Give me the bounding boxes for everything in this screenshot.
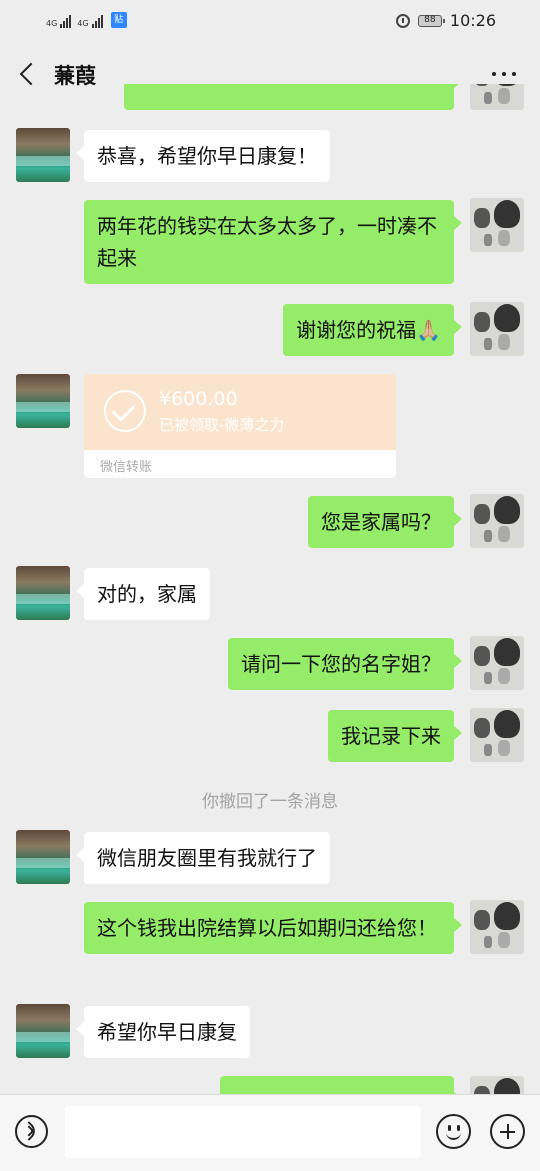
app-notification-icon: 贴 <box>110 12 127 28</box>
message-bubble[interactable]: 两年花的钱实在太多太多了，一时凑不起来 <box>84 200 462 284</box>
message-bubble[interactable] <box>124 84 462 110</box>
avatar-self[interactable] <box>470 198 524 252</box>
avatar-contact[interactable] <box>16 830 70 884</box>
voice-icon[interactable] <box>15 1115 48 1148</box>
transfer-note: 已被领取-微薄之力 <box>159 416 285 434</box>
more-options-icon[interactable] <box>492 72 516 76</box>
message-bubble[interactable]: 您是家属吗？ <box>308 496 462 548</box>
message-bubble[interactable]: 谢谢您的祝福🙏🏼 <box>283 304 462 356</box>
recall-notice: 你撤回了一条消息 <box>202 792 338 812</box>
network-type-2: 4G <box>77 19 89 28</box>
avatar-contact[interactable] <box>16 128 70 182</box>
message-bubble[interactable]: 请问一下您的名字姐？ <box>228 638 462 690</box>
transfer-amount: ¥600.00 <box>159 388 238 410</box>
signal-icon: 4G <box>46 15 72 28</box>
input-bar <box>0 1094 540 1171</box>
avatar-self[interactable] <box>470 900 524 954</box>
alarm-icon <box>395 13 410 28</box>
avatar-self[interactable] <box>470 636 524 690</box>
avatar-self[interactable] <box>470 84 524 110</box>
avatar-contact[interactable] <box>16 374 70 428</box>
message-bubble[interactable]: 我记录下来 <box>328 710 462 762</box>
battery-icon: 88 <box>417 14 445 27</box>
message-bubble[interactable]: 对的，家属 <box>76 568 210 620</box>
message-bubble[interactable]: 恭喜，希望你早日康复！ <box>76 130 330 182</box>
message-input[interactable] <box>65 1106 421 1158</box>
message-bubble[interactable]: 这个钱我出院结算以后如期归还给您！ <box>84 902 462 954</box>
clock: 10:26 <box>449 11 496 30</box>
avatar-contact[interactable] <box>16 566 70 620</box>
avatar-self[interactable] <box>470 708 524 762</box>
avatar-self[interactable] <box>470 494 524 548</box>
message-bubble[interactable]: 希望你早日康复 <box>76 1006 250 1058</box>
network-type-1: 4G <box>46 19 58 28</box>
plus-icon[interactable] <box>490 1114 525 1149</box>
checkmark-icon <box>104 390 146 432</box>
emoji-icon[interactable] <box>436 1114 471 1149</box>
status-left: 4G 4G 贴 <box>46 12 127 28</box>
avatar-self[interactable] <box>470 1076 524 1094</box>
transfer-footer: 微信转账 <box>84 450 396 478</box>
avatar-self[interactable] <box>470 302 524 356</box>
message-list[interactable]: 恭喜，希望你早日康复！ 两年花的钱实在太多太多了，一时凑不起来 谢谢您的祝福🙏🏼… <box>0 84 540 1094</box>
message-bubble[interactable] <box>220 1076 462 1094</box>
status-right: 88 10:26 <box>395 11 496 30</box>
transfer-card-body: ¥600.00 已被领取-微薄之力 <box>84 374 396 450</box>
avatar-contact[interactable] <box>16 1004 70 1058</box>
status-bar: 4G 4G 贴 88 10:26 <box>0 0 540 42</box>
transfer-card[interactable]: ¥600.00 已被领取-微薄之力 微信转账 <box>84 374 396 478</box>
transfer-label: 微信转账 <box>100 460 153 475</box>
message-bubble[interactable]: 微信朋友圈里有我就行了 <box>76 832 330 884</box>
signal-icon: 4G <box>77 15 103 28</box>
